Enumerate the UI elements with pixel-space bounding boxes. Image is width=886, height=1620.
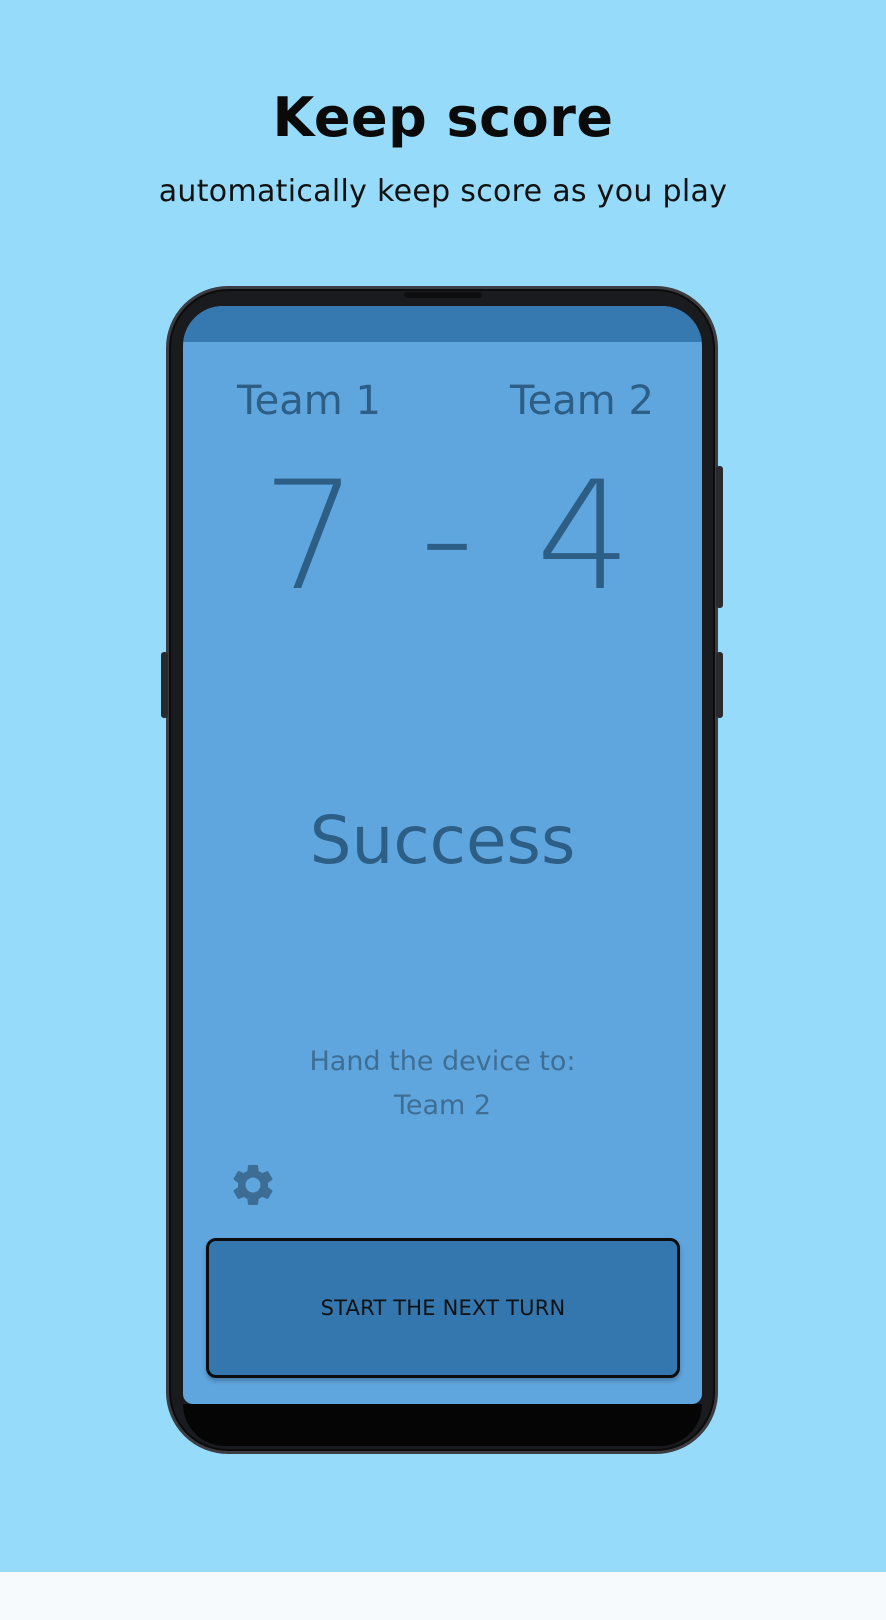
phone-left-button: [161, 652, 168, 718]
round-result: Success: [309, 802, 576, 879]
team2-score: 4: [536, 450, 632, 624]
page-subtitle: automatically keep score as you play: [158, 174, 728, 209]
start-next-turn-button[interactable]: START THE NEXT TURN: [206, 1238, 680, 1378]
hand-device-label: Hand the device to:: [309, 1046, 576, 1077]
score-separator: -: [420, 450, 475, 624]
gear-icon[interactable]: [228, 1160, 278, 1210]
page-title: Keep score: [272, 86, 614, 149]
team1-name: Team 1: [237, 378, 381, 424]
hand-device-team: Team 2: [393, 1090, 492, 1121]
start-next-turn-label: START THE NEXT TURN: [320, 1296, 566, 1320]
status-bar: [183, 306, 702, 342]
footer-strip: [0, 1572, 886, 1620]
phone-speaker: [404, 292, 482, 298]
phone-power-button: [716, 652, 723, 718]
team1-score: 7: [262, 450, 358, 624]
phone-chin: [183, 1404, 702, 1446]
team2-name: Team 2: [510, 378, 654, 424]
phone-volume-button: [716, 466, 723, 608]
